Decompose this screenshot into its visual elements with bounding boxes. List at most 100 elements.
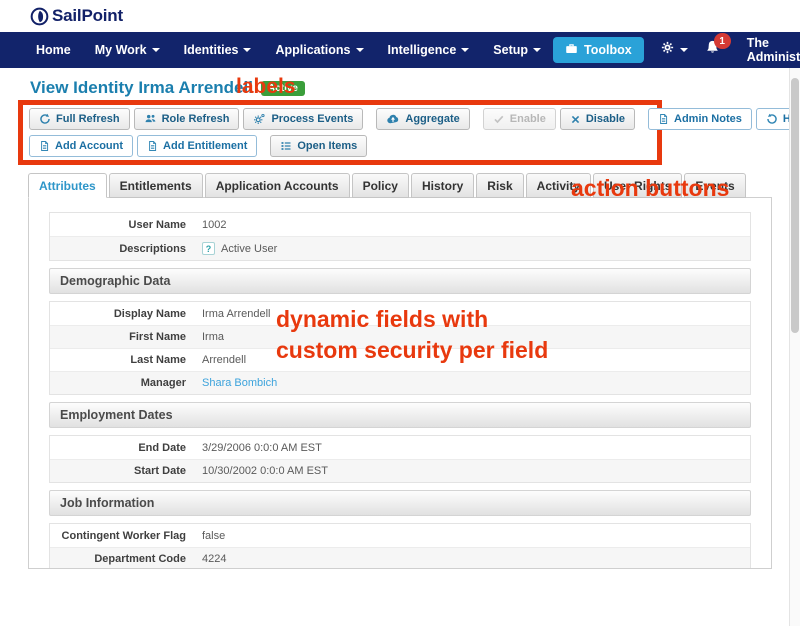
field-value-text: Irma xyxy=(202,331,224,343)
tab-application-accounts[interactable]: Application Accounts xyxy=(205,173,350,198)
nav-item-intelligence[interactable]: Intelligence xyxy=(376,43,482,57)
sailpoint-logo: SailPoint xyxy=(30,6,123,26)
process-events-button[interactable]: Process Events xyxy=(243,108,363,130)
button-label: Add Entitlement xyxy=(163,140,247,152)
button-label: Open Items xyxy=(297,140,357,152)
document-icon xyxy=(147,140,158,152)
nav-item-label: My Work xyxy=(95,43,147,57)
notifications[interactable]: 1 xyxy=(704,39,731,61)
nav-item-home[interactable]: Home xyxy=(24,43,83,57)
manager-link[interactable]: Shara Bombich xyxy=(202,377,277,389)
page-title: View Identity Irma Arrendell xyxy=(30,78,253,98)
annotation-action-buttons: action buttons xyxy=(571,173,729,204)
field-label: First Name xyxy=(50,331,202,343)
main-navbar: Home My Work Identities Applications Intelli… xyxy=(0,32,800,68)
settings-menu[interactable] xyxy=(660,40,688,60)
button-label: Process Events xyxy=(271,113,353,125)
attr-row-manager: ManagerShara Bombich xyxy=(50,371,750,394)
field-value-text: Active User xyxy=(221,243,277,255)
annotation-dynamic-line1: dynamic fields with xyxy=(276,306,488,332)
tab-entitlements[interactable]: Entitlements xyxy=(109,173,203,198)
nav-item-identities[interactable]: Identities xyxy=(172,43,264,57)
full-refresh-button[interactable]: Full Refresh xyxy=(29,108,130,130)
notification-badge: 1 xyxy=(714,33,731,49)
top-bar: SailPoint xyxy=(0,0,800,32)
sailpoint-logo-icon xyxy=(30,7,49,26)
screen: SailPoint Home My Work Identities Applicati… xyxy=(0,0,800,626)
attr-row-department-code: Department Code4224 xyxy=(50,547,750,569)
field-label: Descriptions xyxy=(50,243,202,255)
title-row: View Identity Irma Arrendell Active xyxy=(30,78,800,98)
field-label: Display Name xyxy=(50,308,202,320)
nav-item-setup[interactable]: Setup xyxy=(481,43,553,57)
open-items-button[interactable]: Open Items xyxy=(270,135,367,157)
field-value: 1002 xyxy=(202,219,226,231)
document-icon xyxy=(39,140,50,152)
aggregate-button[interactable]: Aggregate xyxy=(376,108,469,130)
enable-button: Enable xyxy=(483,108,556,130)
admin-notes-button[interactable]: Admin Notes xyxy=(648,108,752,130)
annotation-dynamic-fields: dynamic fields with custom security per … xyxy=(276,304,548,366)
field-label: Start Date xyxy=(50,465,202,477)
nav-item-applications[interactable]: Applications xyxy=(263,43,375,57)
field-value: 3/29/2006 0:0:0 AM EST xyxy=(202,442,322,454)
annotation-labels: labels xyxy=(236,73,296,101)
tab-policy[interactable]: Policy xyxy=(352,173,409,198)
toolbox-button[interactable]: Toolbox xyxy=(553,37,644,63)
user-menu-label: The Administrator xyxy=(747,36,800,64)
field-value-text: 4224 xyxy=(202,553,226,565)
button-label: Full Refresh xyxy=(56,113,120,125)
field-value: Shara Bombich xyxy=(202,377,277,389)
attribute-group: Contingent Worker FlagfalseDepartment Co… xyxy=(49,523,751,569)
section-header-demographic-data: Demographic Data xyxy=(49,268,751,294)
field-label: Last Name xyxy=(50,354,202,366)
user-menu[interactable]: The Administrator xyxy=(747,36,800,64)
action-button-row-1: Full Refresh Role Refresh Process Events Ag… xyxy=(29,108,651,130)
nav-item-label: Identities xyxy=(184,43,239,57)
chevron-down-icon xyxy=(152,48,160,52)
field-value: 4224 xyxy=(202,553,226,565)
role-refresh-button[interactable]: Role Refresh xyxy=(134,108,240,130)
field-value: false xyxy=(202,530,225,542)
chevron-down-icon xyxy=(356,48,364,52)
field-value: ? Active User xyxy=(202,242,277,255)
nav-item-my-work[interactable]: My Work xyxy=(83,43,172,57)
scrollbar-track[interactable] xyxy=(789,68,800,626)
nav-items: Home My Work Identities Applications Intelli… xyxy=(24,43,553,57)
list-icon xyxy=(280,140,292,152)
tab-attributes[interactable]: Attributes xyxy=(28,173,107,198)
nav-item-label: Applications xyxy=(275,43,350,57)
history-icon xyxy=(766,113,778,125)
attr-row-user-name: User Name1002 xyxy=(50,213,750,236)
field-label: Manager xyxy=(50,377,202,389)
section-header-job-information: Job Information xyxy=(49,490,751,516)
users-icon xyxy=(144,113,157,125)
button-label: Admin Notes xyxy=(674,113,742,125)
field-label: End Date xyxy=(50,442,202,454)
chevron-down-icon xyxy=(243,48,251,52)
field-label: Contingent Worker Flag xyxy=(50,530,202,542)
tab-risk[interactable]: Risk xyxy=(476,173,523,198)
add-account-button[interactable]: Add Account xyxy=(29,135,133,157)
nav-item-label: Home xyxy=(36,43,71,57)
button-label: Enable xyxy=(510,113,546,125)
field-value: 10/30/2002 0:0:0 AM EST xyxy=(202,465,328,477)
scrollbar-thumb[interactable] xyxy=(791,78,799,333)
annotation-red-box: Full Refresh Role Refresh Process Events Ag… xyxy=(18,100,662,165)
attributes-table: User Name1002 Descriptions? Active User Dem… xyxy=(49,212,751,569)
cloud-upload-icon xyxy=(386,113,400,125)
toolbox-label: Toolbox xyxy=(584,43,632,57)
disable-button[interactable]: Disable xyxy=(560,108,635,130)
action-button-row-2: Add Account Add Entitlement Open Items xyxy=(29,135,651,157)
button-label: Disable xyxy=(586,113,625,125)
attr-row-contingent-worker-flag: Contingent Worker Flagfalse xyxy=(50,524,750,547)
cogs-icon xyxy=(253,113,266,125)
nav-item-label: Setup xyxy=(493,43,528,57)
tab-history[interactable]: History xyxy=(411,173,474,198)
field-value-text: Irma Arrendell xyxy=(202,308,270,320)
document-icon xyxy=(658,113,669,125)
field-value-text: 10/30/2002 0:0:0 AM EST xyxy=(202,465,328,477)
help-tooltip-icon[interactable]: ? xyxy=(202,242,215,255)
button-label: Role Refresh xyxy=(162,113,230,125)
add-entitlement-button[interactable]: Add Entitlement xyxy=(137,135,257,157)
